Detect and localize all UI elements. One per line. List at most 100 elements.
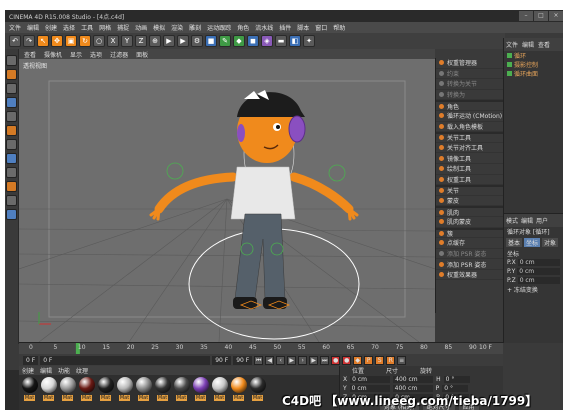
undo-icon[interactable]: ↶ (9, 35, 21, 47)
mat-menu-texture[interactable]: 纹理 (76, 366, 88, 375)
menu-render[interactable]: 渲染 (171, 23, 183, 32)
am-tab-edit[interactable]: 编辑 (521, 216, 533, 225)
menu-item-character[interactable]: 角色 (436, 100, 503, 111)
mat-menu-create[interactable]: 创建 (22, 366, 34, 375)
x-axis-icon[interactable]: X (107, 35, 119, 47)
am-tab-mode[interactable]: 模式 (506, 216, 518, 225)
menu-animate[interactable]: 动画 (135, 23, 147, 32)
coordinate-system-icon[interactable]: ⊕ (149, 35, 161, 47)
viewport-menu-options[interactable]: 选项 (90, 50, 102, 59)
tweak-mode-icon[interactable] (6, 167, 17, 178)
perspective-viewport[interactable]: 透视视图 (19, 59, 435, 342)
axis-mode-icon[interactable] (6, 153, 17, 164)
points-mode-icon[interactable] (6, 111, 17, 122)
menu-plugins[interactable]: 插件 (279, 23, 291, 32)
menu-create[interactable]: 创建 (45, 23, 57, 32)
material-swatch[interactable]: Mat (173, 377, 190, 408)
menu-item-muscle-skin[interactable]: 肌肉蒙皮 (436, 217, 503, 228)
menu-item-psr-pose-disabled[interactable]: 添加 PSR 姿态 (436, 249, 503, 260)
go-to-start-icon[interactable]: ⏮ (254, 355, 264, 365)
viewport-menu-panel[interactable]: 面板 (136, 50, 148, 59)
viewport-menu-camera[interactable]: 摄像机 (44, 50, 62, 59)
material-swatch[interactable]: Mat (211, 377, 228, 408)
material-swatch[interactable]: Mat (59, 377, 76, 408)
menu-select[interactable]: 选择 (63, 23, 75, 32)
pz-field[interactable]: 0 cm (517, 277, 560, 284)
material-swatch[interactable]: Mat (154, 377, 171, 408)
record-icon[interactable]: ● (331, 355, 341, 365)
scale-tool-icon[interactable]: ▣ (65, 35, 77, 47)
viewport-menu-display[interactable]: 显示 (70, 50, 82, 59)
deformer-icon[interactable]: ◈ (261, 35, 273, 47)
make-editable-icon[interactable] (6, 55, 17, 66)
material-swatch[interactable]: Mat (21, 377, 38, 408)
prev-frame-icon[interactable]: ‹ (276, 355, 286, 365)
max-frame-field[interactable]: 90 F (233, 355, 253, 365)
menu-item-joint-tool[interactable]: 关节工具 (436, 132, 503, 143)
render-settings-icon[interactable]: ⚙ (191, 35, 203, 47)
menu-simulate[interactable]: 模拟 (153, 23, 165, 32)
close-button[interactable]: × (549, 11, 563, 21)
object-row[interactable]: 循环 (504, 51, 563, 60)
menu-item-muscle[interactable]: 肌肉 (436, 206, 503, 217)
menu-sculpt[interactable]: 雕刻 (189, 23, 201, 32)
rotation-key-icon[interactable]: R (386, 355, 396, 365)
mat-menu-function[interactable]: 功能 (58, 366, 70, 375)
om-tab-edit[interactable]: 编辑 (522, 40, 534, 49)
menu-item-weight-manager[interactable]: 权重管理器 (436, 58, 503, 69)
mat-menu-edit[interactable]: 编辑 (40, 366, 52, 375)
menu-item-add-psr-pose[interactable]: 添加 PSR 姿态 (436, 259, 503, 270)
viewport-menu-filter[interactable]: 过滤器 (110, 50, 128, 59)
menu-item-joint[interactable]: 关节 (436, 185, 503, 196)
menu-character[interactable]: 角色 (237, 23, 249, 32)
next-key-icon[interactable]: ▶ (309, 355, 319, 365)
menu-mesh[interactable]: 网格 (99, 23, 111, 32)
maximize-button[interactable]: □ (534, 11, 548, 21)
material-swatch[interactable]: Mat (116, 377, 133, 408)
prev-key-icon[interactable]: ◀ (265, 355, 275, 365)
next-frame-icon[interactable]: › (298, 355, 308, 365)
menu-item-mirror-tool[interactable]: 镜像工具 (436, 153, 503, 164)
size-x-field[interactable]: 400 cm (393, 376, 434, 383)
am-tab-user[interactable]: 用户 (536, 216, 548, 225)
render-picture-viewer-icon[interactable]: ▶ (177, 35, 189, 47)
keyframe-selection-icon[interactable]: ◆ (353, 355, 363, 365)
go-to-end-icon[interactable]: ⏭ (320, 355, 330, 365)
timeline-ruler[interactable]: 0 5 10 15 20 25 30 35 40 45 50 55 60 65 70 75 80 85 90 10 F (19, 342, 503, 354)
menu-item-load-template[interactable]: 载入角色模板 (436, 122, 503, 133)
autokey-icon[interactable]: ● (342, 355, 352, 365)
pos-x-field[interactable]: 0 cm (350, 376, 391, 383)
menu-help[interactable]: 帮助 (333, 23, 345, 32)
material-swatch[interactable]: Mat (192, 377, 209, 408)
viewport-menu-view[interactable]: 查看 (24, 50, 36, 59)
texture-mode-icon[interactable] (6, 83, 17, 94)
render-view-icon[interactable]: ▶ (163, 35, 175, 47)
menu-motion-tracking[interactable]: 运动跟踪 (207, 23, 231, 32)
subdivision-icon[interactable]: ◆ (233, 35, 245, 47)
menu-item-joint-align[interactable]: 关节对齐工具 (436, 143, 503, 154)
snap-icon[interactable] (6, 181, 17, 192)
am-subtab-basic[interactable]: 基本 (506, 238, 523, 247)
menu-pipeline[interactable]: 流水线 (255, 23, 273, 32)
end-frame-field[interactable]: 90 F (212, 355, 232, 365)
menu-item-weight-effector[interactable]: 权重效果器 (436, 270, 503, 281)
camera-icon[interactable]: ◧ (289, 35, 301, 47)
redo-icon[interactable]: ↷ (23, 35, 35, 47)
position-key-icon[interactable]: P (364, 355, 374, 365)
scale-key-icon[interactable]: S (375, 355, 385, 365)
edges-mode-icon[interactable] (6, 125, 17, 136)
material-swatch[interactable]: Mat (78, 377, 95, 408)
grid-icon[interactable] (6, 209, 17, 220)
material-swatch[interactable]: Mat (97, 377, 114, 408)
workplane-icon[interactable] (6, 97, 17, 108)
array-icon[interactable]: ◼ (247, 35, 259, 47)
pen-spline-icon[interactable]: ✎ (219, 35, 231, 47)
live-select-icon[interactable]: ↖ (37, 35, 49, 47)
om-tab-file[interactable]: 文件 (506, 40, 518, 49)
model-mode-icon[interactable] (6, 69, 17, 80)
menu-item-point-cache[interactable]: 点缓存 (436, 238, 503, 249)
menu-item-weight-tool[interactable]: 权重工具 (436, 175, 503, 186)
menu-item-cmotion[interactable]: 循环运动 (CMotion) (436, 111, 503, 122)
move-tool-icon[interactable]: ✥ (51, 35, 63, 47)
menu-file[interactable]: 文件 (9, 23, 21, 32)
